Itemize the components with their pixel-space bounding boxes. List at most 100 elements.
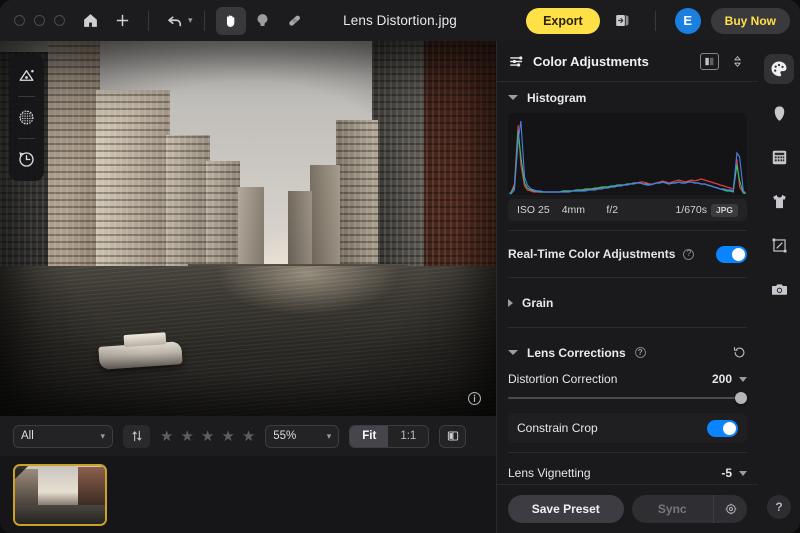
meta-focal-length: 4mm [561,204,586,216]
lens-corrections-label: Lens Corrections [527,345,626,360]
filmstrip-toolbar: All ▾ ★ ★ ★ ★ ★ 55% ▾ Fit 1:1 [0,416,496,456]
lens-vignetting-label: Lens Vignetting [508,466,591,480]
image-info-button[interactable] [466,390,483,407]
thumb-edit-badge [15,465,28,479]
rating-stars[interactable]: ★ ★ ★ ★ ★ [160,429,255,444]
lens-vignetting-control[interactable]: Lens Vignetting -5 [508,462,747,484]
realtime-toggle[interactable] [716,245,747,263]
panel-stepper-button[interactable] [728,53,747,70]
divider [508,230,747,231]
photo-cityscape [0,41,496,416]
meta-iso: ISO 25 [517,204,550,216]
divider [508,327,747,328]
compare-button[interactable] [439,424,467,448]
distortion-correction-value: 200 [711,372,732,386]
grain-section-header[interactable]: Grain [508,287,747,318]
zoom-dropdown[interactable]: 55% ▾ [265,424,340,448]
history-tool-button[interactable] [11,144,42,175]
lens-vignetting-header: Lens Vignetting -5 [508,466,747,480]
thumbnail-lens-distortion[interactable] [13,463,107,526]
maximize-button[interactable] [54,15,65,26]
panel-title: Color Adjustments [533,53,649,69]
share-button[interactable] [610,8,636,34]
help-icon[interactable]: ? [634,347,646,358]
realtime-color-adjustments-row[interactable]: Real-Time Color Adjustments ? [508,240,747,268]
camera-tool-button[interactable] [764,274,794,304]
compare-split-icon [447,431,458,441]
toggle-knob [732,247,745,261]
panel-content[interactable]: Histogram ISO 25 4mm f/2 1/670s JPG Real… [497,82,758,484]
split-view-button[interactable] [700,52,719,70]
save-preset-button[interactable]: Save Preset [508,495,624,523]
face-icon [774,105,784,121]
image-canvas[interactable] [0,41,496,416]
distortion-correction-label: Distortion Correction [508,372,618,386]
hand-icon [226,15,235,27]
sliders-icon [510,55,523,67]
lens-corrections-section-header[interactable]: Lens Corrections ? [508,337,747,368]
rail-divider [18,96,35,97]
add-button[interactable] [107,7,137,35]
titlebar-actions: Export E Buy Now [526,7,790,34]
realtime-label: Real-Time Color Adjustments [508,247,676,261]
chevron-down-icon[interactable] [739,470,747,476]
adjustments-panel: Color Adjustments Histogram ISO 25 4mm f… [496,41,758,533]
hand-tool-button[interactable] [215,6,246,35]
constrain-crop-label: Constrain Crop [517,421,598,435]
chevron-right-icon [508,298,513,307]
undo-group[interactable]: ▾ [160,7,193,35]
page-title: Lens Distortion.jpg [343,13,457,28]
star-4[interactable]: ★ [221,429,234,444]
distortion-correction-control[interactable]: Distortion Correction 200 [508,368,747,407]
distortion-correction-slider[interactable] [508,391,747,405]
bandage-icon [289,15,300,26]
camera-icon [771,283,787,295]
undo-button[interactable] [160,7,190,35]
help-icon[interactable]: ? [683,248,695,260]
panel-footer: Save Preset Sync [497,484,758,533]
heal-tool-button[interactable] [280,7,310,35]
help-button[interactable]: ? [767,495,791,519]
export-button[interactable]: Export [526,7,600,34]
sort-arrows-icon [132,430,141,442]
minimize-button[interactable] [34,15,45,26]
buy-now-button[interactable]: Buy Now [710,7,790,34]
toolbar-divider-2 [203,10,205,31]
reset-button[interactable] [732,345,747,360]
chevron-down-icon[interactable] [739,376,747,382]
sort-button[interactable] [123,424,150,448]
plus-icon [116,14,128,27]
share-export-icon [616,14,629,27]
thumb-water [15,504,105,524]
histogram-section-header[interactable]: Histogram [508,82,747,113]
star-2[interactable]: ★ [180,429,193,444]
pixel-grid-tool-button[interactable] [764,142,794,172]
dodge-tool-button[interactable] [248,7,278,35]
histogram-series-blue [508,120,747,195]
view-mode-fit[interactable]: Fit [350,425,389,447]
grid-pixels-icon [772,150,786,164]
star-1[interactable]: ★ [160,429,173,444]
adjust-tool-button[interactable] [11,60,42,91]
star-3[interactable]: ★ [201,429,214,444]
constrain-crop-row[interactable]: Constrain Crop [508,413,747,443]
star-5[interactable]: ★ [242,429,255,444]
sync-button[interactable]: Sync [632,495,714,523]
photo-vignette [0,41,496,416]
texture-tool-button[interactable] [11,102,42,133]
avatar[interactable]: E [674,7,701,34]
primary-toolbar: ▾ [75,6,310,35]
home-button[interactable] [75,7,105,35]
constrain-crop-toggle[interactable] [707,419,738,437]
view-mode-actual[interactable]: 1:1 [388,426,428,447]
close-button[interactable] [14,15,25,26]
filter-dropdown[interactable]: All ▾ [13,424,113,448]
apparel-tool-button[interactable] [764,186,794,216]
portrait-tool-button[interactable] [764,98,794,128]
undo-arrow-icon [168,15,182,26]
slider-knob[interactable] [735,392,747,404]
color-palette-tool-button[interactable] [764,54,794,84]
sync-settings-button[interactable] [713,495,747,523]
crop-tool-button[interactable] [764,230,794,260]
histogram-label: Histogram [527,90,587,105]
